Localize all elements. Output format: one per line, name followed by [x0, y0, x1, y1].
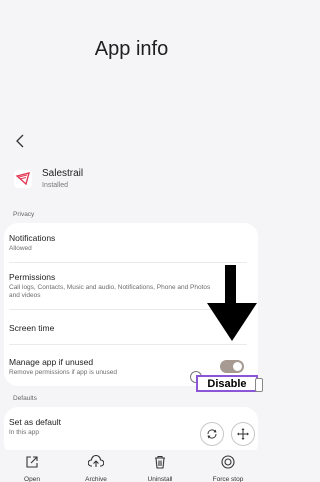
notifications-title: Notifications	[9, 233, 56, 243]
divider	[9, 262, 247, 263]
archive-label: Archive	[85, 476, 107, 482]
notifications-subtitle: Allowed	[9, 245, 32, 252]
divider	[9, 344, 247, 345]
open-label: Open	[24, 476, 40, 482]
page-title: App info	[94, 38, 169, 60]
chevron-left-icon	[16, 134, 24, 148]
resize-handle[interactable]	[255, 378, 263, 392]
open-action[interactable]: Open	[12, 455, 52, 482]
rotate-icon	[207, 429, 217, 439]
set-as-default-item[interactable]: Set as default In this app	[9, 417, 189, 437]
uninstall-label: Uninstall	[147, 476, 173, 482]
app-name: Salestrail	[42, 168, 84, 179]
stop-icon	[221, 455, 235, 469]
disable-label[interactable]: Disable	[196, 375, 258, 392]
manage-app-toggle[interactable]	[220, 360, 244, 373]
force-stop-action[interactable]: Force stop	[208, 455, 248, 482]
app-status: Installed	[42, 182, 69, 189]
move-icon	[237, 428, 249, 440]
salestrail-app-icon	[14, 169, 32, 188]
section-label-privacy: Privacy	[13, 211, 35, 218]
notifications-item[interactable]: Notifications Allowed	[9, 233, 249, 253]
archive-action[interactable]: Archive	[76, 454, 116, 482]
manage-app-subtitle: Remove permissions if app is unused	[9, 369, 118, 376]
set-as-default-title: Set as default	[9, 417, 61, 427]
force-stop-label: Force stop	[212, 476, 244, 482]
rotate-button[interactable]	[200, 422, 224, 446]
back-button[interactable]	[10, 130, 30, 152]
app-header: Salestrail Installed	[14, 168, 83, 189]
move-button[interactable]	[231, 422, 255, 446]
set-as-default-subtitle: In this app	[9, 429, 39, 436]
section-label-defaults: Defaults	[13, 395, 37, 402]
manage-app-if-unused-item[interactable]: Manage app if unused Remove permissions …	[9, 357, 199, 377]
uninstall-action[interactable]: Uninstall	[140, 455, 180, 482]
toggle-knob	[233, 362, 242, 371]
archive-icon	[87, 454, 105, 467]
trash-icon	[155, 455, 165, 469]
manage-app-title: Manage app if unused	[9, 357, 94, 367]
down-arrow-icon	[207, 265, 257, 341]
permissions-subtitle: Call logs, Contacts, Music and audio, No…	[9, 284, 211, 299]
open-icon	[26, 456, 38, 468]
